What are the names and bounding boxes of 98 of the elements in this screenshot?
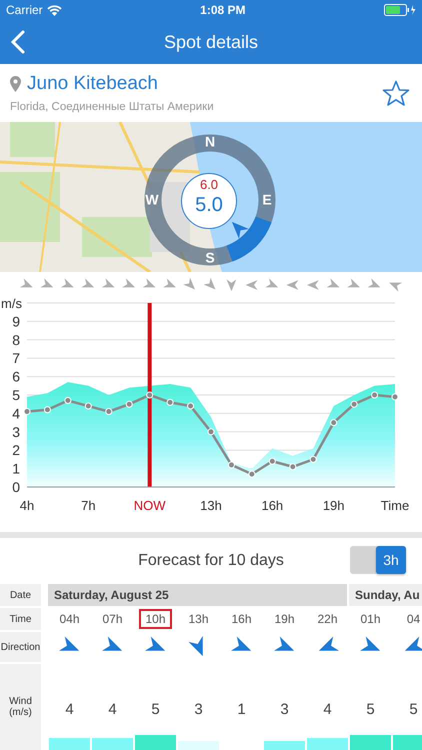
wind-direction-icon [81, 278, 94, 288]
data-point [24, 408, 30, 416]
time-slot[interactable]: 19h [268, 609, 301, 629]
wind-direction-icon [347, 278, 360, 288]
wind-arrow-icon [232, 222, 249, 239]
data-point [105, 408, 112, 416]
data-point [310, 456, 317, 463]
compass-north-label: N [204, 134, 216, 150]
wind-direction-icon [326, 278, 340, 288]
compass-east-label: E [262, 192, 272, 208]
forecast-title: Forecast for 10 days [138, 552, 284, 570]
wind-direction-icon [142, 278, 156, 288]
data-point [44, 406, 51, 414]
axis-tick-label: 4h [20, 498, 34, 513]
wind-direction-icon [246, 280, 258, 290]
data-point [392, 393, 398, 400]
axis-tick-label: 0 [12, 479, 20, 495]
wind-speed-value: 5.0 [195, 194, 223, 216]
axis-title: Time [380, 498, 410, 513]
day-header[interactable]: Sunday, Au [349, 584, 422, 606]
wind-sector [226, 216, 272, 262]
row-label: Time [0, 608, 41, 630]
favorite-star-button[interactable] [382, 80, 410, 106]
row-label: Wind (m/s) [0, 664, 41, 750]
compass-south-label: S [205, 250, 215, 266]
clock-label: 1:08 PM [200, 3, 246, 17]
wind-direction-icon [204, 278, 216, 290]
time-slot[interactable]: 13h [182, 609, 215, 629]
axis-tick-label: 7h [81, 498, 96, 513]
wind-value: 4 [107, 701, 118, 718]
wind-direction-icon [102, 278, 115, 288]
axis-tick-label: 19h [322, 498, 345, 513]
time-slot[interactable]: 07h [96, 609, 129, 629]
data-point [146, 392, 154, 398]
axis-tick-label: 16h [261, 498, 284, 513]
wind-direction-icon [265, 278, 278, 288]
wind-value: 3 [279, 701, 290, 718]
wind-direction-icon [60, 278, 74, 288]
data-point [126, 400, 133, 408]
wind-value: 5 [365, 701, 376, 718]
wind-direction-icon [389, 282, 402, 292]
data-point [166, 398, 174, 406]
wind-value: 5 [150, 701, 161, 718]
wind-direction-icon [226, 279, 236, 292]
gust-value: 6.0 [200, 178, 218, 192]
wind-direction-icon [40, 278, 54, 288]
data-point [268, 458, 276, 465]
axis-tick-label: 9 [12, 313, 20, 330]
axis-tick-label: 3 [12, 424, 20, 440]
battery-icon [384, 4, 416, 16]
compass-west-label: W [145, 192, 159, 208]
axis-tick-label: 7 [12, 350, 20, 366]
time-slot[interactable]: 04h [53, 609, 86, 629]
axis-tick-label: 2 [12, 442, 20, 458]
data-point [330, 419, 338, 426]
time-slot[interactable]: 10h [139, 609, 172, 629]
wind-value: 3 [193, 701, 204, 718]
spot-name: Juno Kitebeach [27, 73, 158, 95]
axis-tick-label: 4 [12, 405, 20, 422]
wind-value: 1 [236, 701, 247, 718]
interval-switch[interactable]: 3h [350, 546, 406, 574]
wind-direction-icon [286, 280, 298, 290]
axis-tick-label: 8 [12, 332, 20, 348]
row-label: Date [0, 584, 41, 606]
axis-tick-label: 1 [12, 460, 20, 477]
wind-direction-icon [20, 278, 33, 288]
axis-tick-label: NOW [134, 498, 166, 513]
data-point [208, 428, 214, 436]
wind-value: 4 [64, 701, 75, 718]
data-point [371, 392, 378, 398]
data-point [187, 402, 194, 410]
axis-tick-label: 5 [12, 387, 20, 403]
carrier-label: Carrier [6, 3, 43, 17]
data-point [350, 400, 358, 408]
wind-direction-icon [306, 280, 319, 290]
wind-direction-icon [183, 278, 195, 290]
data-point [64, 397, 72, 404]
wind-direction-icon [368, 278, 380, 288]
wind-value: 5 [408, 701, 419, 718]
time-slot[interactable]: 04 [400, 609, 422, 629]
wifi-icon [46, 4, 62, 16]
data-point [84, 402, 92, 410]
time-slot[interactable]: 22h [311, 609, 344, 629]
spot-region: Florida, Соединенные Штаты Америки [10, 101, 214, 113]
wind-direction-icon [122, 278, 136, 288]
wind-value: 4 [322, 701, 333, 718]
axis-tick-label: 13h [200, 498, 222, 513]
time-slot[interactable]: 16h [225, 609, 258, 629]
data-point [289, 463, 296, 470]
axis-unit-label: m/s [1, 296, 22, 311]
wind-direction-icon [163, 278, 176, 288]
axis-tick-label: 6 [12, 368, 20, 385]
row-label: Direction [0, 632, 41, 662]
day-header[interactable]: Saturday, August 25 [48, 584, 347, 606]
screen-title: Spot details [164, 32, 258, 52]
time-slot[interactable]: 01h [354, 609, 387, 629]
data-point [248, 470, 256, 478]
location-pin-icon [10, 76, 21, 92]
